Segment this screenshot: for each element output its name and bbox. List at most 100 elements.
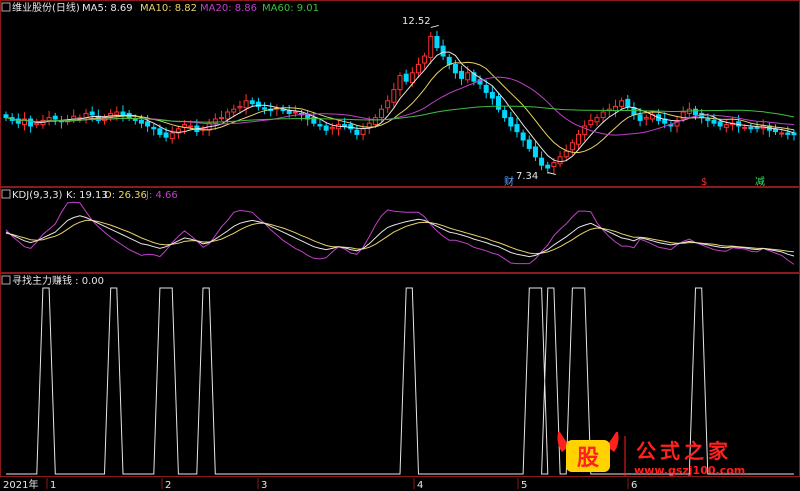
candle-down xyxy=(323,125,329,131)
site-name: 公式之家 xyxy=(636,439,732,463)
reduce-holding-marker[interactable]: 减 xyxy=(755,176,765,188)
candle-down xyxy=(625,98,631,107)
candle-down xyxy=(440,45,446,57)
candle-up xyxy=(372,117,378,126)
panel-collapse-icon[interactable] xyxy=(1,275,11,285)
candle-down xyxy=(89,111,95,116)
candle-up xyxy=(360,128,366,135)
candle-down xyxy=(145,121,151,127)
candle-down xyxy=(693,108,698,116)
candle-up xyxy=(243,100,249,109)
candle-up xyxy=(231,108,237,113)
ma60-label: MA60: 9.01 xyxy=(262,3,319,14)
candle-down xyxy=(754,126,760,129)
candle-down xyxy=(403,73,409,82)
x-axis-month-label: 6 xyxy=(631,480,637,491)
candle-up xyxy=(83,112,89,119)
candle-up xyxy=(576,133,582,145)
candle-up xyxy=(742,126,748,129)
candle-down xyxy=(520,132,526,141)
candle-down xyxy=(532,146,538,158)
high-price-label: 12.52 xyxy=(402,16,431,27)
candle-down xyxy=(545,164,551,169)
candle-down xyxy=(317,124,323,127)
candle-down xyxy=(483,84,489,93)
candle-up xyxy=(329,126,335,130)
candle-up xyxy=(188,125,194,128)
candle-up xyxy=(422,55,428,64)
kdj-d-line xyxy=(5,219,795,255)
candle-down xyxy=(539,157,545,166)
candle-up xyxy=(409,72,415,84)
candle-down xyxy=(748,126,754,130)
low-pointer xyxy=(547,171,556,175)
panel-collapse-icon[interactable] xyxy=(1,2,11,12)
x-axis-month-label: 3 xyxy=(261,480,267,491)
kdj-title: KDJ(9,3,3) xyxy=(12,190,63,201)
candle-down xyxy=(502,110,508,119)
site-url[interactable]: www.gszj100.com xyxy=(634,464,745,477)
candle-down xyxy=(52,115,58,120)
candle-down xyxy=(711,119,717,124)
x-axis-month-label: 2 xyxy=(165,480,171,491)
candle-down xyxy=(717,121,723,127)
candle-up xyxy=(391,89,397,103)
x-axis-month-label: 4 xyxy=(417,480,423,491)
kdj-j-label: J: 4.66 xyxy=(145,190,178,201)
ma5-line xyxy=(5,51,795,163)
candle-down xyxy=(120,111,126,116)
candle-up xyxy=(218,117,224,120)
candle-down xyxy=(452,63,458,74)
panel-collapse-icon[interactable] xyxy=(1,189,11,199)
x-axis-month-label: 1 xyxy=(50,480,56,491)
candle-up xyxy=(34,122,40,126)
candle-up xyxy=(563,150,569,158)
candle-down xyxy=(791,132,797,136)
candle-up xyxy=(600,111,606,119)
candle-up xyxy=(379,108,385,119)
chart-canvas: 维业股份(日线) MA5: 8.69 MA10: 8.82 MA20: 8.86… xyxy=(0,0,800,491)
candle-up xyxy=(415,63,421,74)
candle-down xyxy=(508,117,514,127)
candle-down xyxy=(342,124,348,127)
candle-up xyxy=(114,111,120,116)
candle-down xyxy=(262,107,268,110)
site-watermark: 股 公式之家 www.gszj100.com xyxy=(557,432,745,477)
candle-down xyxy=(446,56,452,65)
kdj-header: KDJ(9,3,3) K: 19.13 D: 26.36 J: 4.66 xyxy=(1,189,178,201)
candle-up xyxy=(46,117,52,121)
candle-up xyxy=(779,132,785,135)
candle-up xyxy=(594,117,600,123)
candle-down xyxy=(637,114,643,121)
candle-down xyxy=(28,118,34,127)
main-panel-header: 维业股份(日线) MA5: 8.69 MA10: 8.82 MA20: 8.86… xyxy=(1,1,319,14)
kdj-k-label: K: 19.13 xyxy=(66,190,108,201)
candle-up xyxy=(237,105,243,109)
candle-up xyxy=(397,75,403,91)
kdj-j-line xyxy=(5,201,795,265)
candle-down xyxy=(631,107,637,116)
main-price-panel xyxy=(3,24,797,175)
candle-down xyxy=(249,100,255,105)
dividend-marker[interactable]: $ xyxy=(701,177,707,188)
x-axis: 2021年 1 2 3 4 5 6 xyxy=(3,478,637,491)
candle-up xyxy=(385,100,391,109)
candle-down xyxy=(434,35,440,49)
candle-up xyxy=(569,142,575,151)
candle-up xyxy=(212,118,218,124)
signal-header: 寻找主力赚钱 : 0.00 xyxy=(1,274,104,287)
candle-down xyxy=(354,129,360,135)
kdj-panel xyxy=(5,201,795,265)
candle-down xyxy=(526,139,532,149)
candle-down xyxy=(138,119,144,124)
ma20-label: MA20: 8.86 xyxy=(200,3,257,14)
candle-down xyxy=(459,70,465,79)
candle-up xyxy=(619,100,625,107)
candle-down xyxy=(348,124,354,130)
candle-down xyxy=(489,91,495,99)
low-price-label: 7.34 xyxy=(516,171,538,182)
logo-char: 股 xyxy=(577,446,599,471)
finance-marker[interactable]: 财 xyxy=(504,175,514,188)
x-axis-year-label: 2021年 xyxy=(3,478,38,491)
candle-up xyxy=(612,105,618,112)
